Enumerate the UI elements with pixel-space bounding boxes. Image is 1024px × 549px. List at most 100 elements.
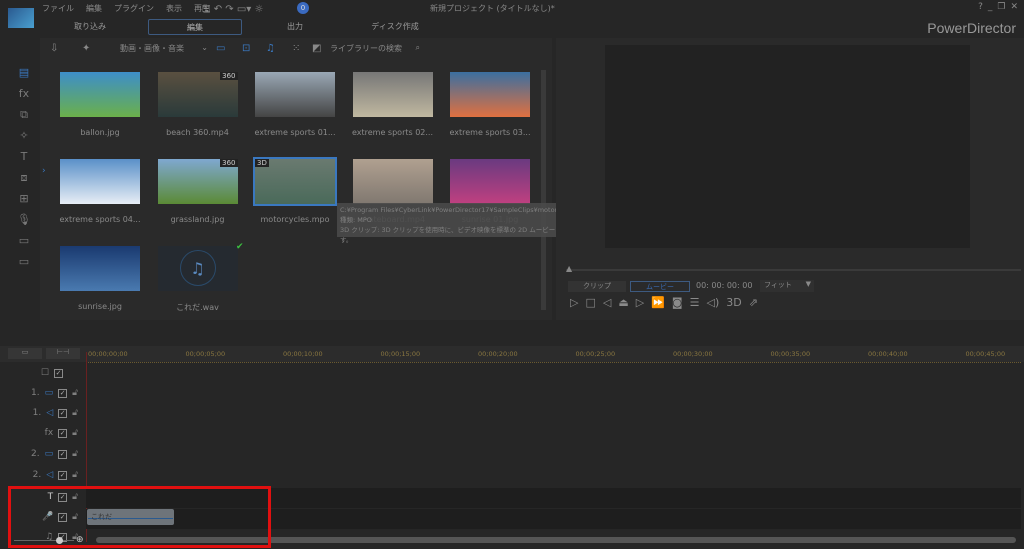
media-thumbnail[interactable]: 360 (157, 72, 238, 117)
voice-over-icon[interactable]: 🎙 (14, 213, 34, 226)
track-type-icon: ◁ (46, 408, 54, 418)
media-name: ballon.jpg (80, 128, 120, 137)
library-scrollbar[interactable] (541, 70, 546, 310)
track-enable-checkbox[interactable]: ✓ (58, 408, 68, 418)
window-control[interactable]: ? (978, 2, 983, 12)
preview-slider[interactable]: ▲ (566, 264, 1021, 273)
tab-edit[interactable]: 編集 (148, 19, 242, 35)
tab-disc[interactable]: ディスク作成 (340, 19, 450, 35)
menu-item[interactable]: プラグイン (114, 4, 154, 13)
resize-icon[interactable]: ◩ (312, 43, 321, 54)
search-placeholder: ライブラリーの検索 (330, 44, 402, 53)
media-thumbnail[interactable] (450, 159, 530, 204)
badge-3d: 3D (255, 159, 269, 167)
search-icon[interactable]: ⌕ (416, 43, 420, 53)
plugin-icon[interactable]: ✦ (82, 43, 90, 54)
ruler-tick-label: 00;00;45;00 (965, 350, 1006, 358)
library-search-input[interactable]: ライブラリーの検索 ⌕ (330, 43, 420, 54)
track-type-icon: ◁ (46, 470, 54, 480)
view-music-icon[interactable]: ♫ (266, 43, 275, 54)
track-header: 1. ◁ ✓ 🔓︎ (10, 404, 78, 422)
prev-frame-icon[interactable]: ◁ (603, 296, 611, 309)
window-control[interactable]: ✕ (1010, 2, 1018, 12)
next-frame-icon[interactable]: ▷ (636, 296, 644, 309)
fit-timeline-button[interactable]: ⊢⊣ (46, 348, 80, 359)
window-controls[interactable]: ? _ ❐ ✕ (973, 2, 1018, 12)
ruler-tick-label: 00;00;15;00 (380, 350, 421, 358)
ruler-dots (86, 362, 1021, 363)
volume-icon[interactable]: ◁) (706, 296, 719, 309)
timecode[interactable]: 00: 00: 00: 00 (696, 281, 752, 290)
import-media-icon[interactable]: ⇩ (50, 43, 58, 54)
media-thumbnail[interactable] (450, 72, 530, 117)
lock-icon[interactable]: 🔓︎ (72, 428, 78, 438)
track-number: 1. (32, 408, 42, 418)
menu-item[interactable]: ファイル (42, 4, 74, 13)
media-thumbnail[interactable] (60, 159, 140, 204)
snapshot-icon[interactable]: ◙ (672, 296, 683, 309)
media-name: sunrise.jpg (78, 302, 122, 311)
lock-icon[interactable]: 🔓︎ (72, 408, 78, 418)
track-enable-checkbox[interactable]: ✓ (58, 470, 68, 480)
title-room-icon[interactable]: T (14, 150, 34, 163)
lock-icon[interactable]: 🔓︎ (72, 449, 78, 459)
subtitle-icon[interactable]: ☰ (690, 296, 700, 309)
tab-import[interactable]: 取り込み (60, 19, 120, 35)
ruler-tick-label: 00;00;05;00 (185, 350, 226, 358)
slider-handle[interactable]: ▲ (566, 264, 572, 273)
grid-icon[interactable]: ⁙ (292, 43, 300, 54)
media-thumbnail[interactable] (60, 246, 140, 291)
track-enable-checkbox[interactable]: ✓ (58, 428, 68, 438)
track-enable-checkbox[interactable]: ✓ (58, 449, 68, 459)
fit-dropdown[interactable]: フィット ▼ (760, 280, 814, 292)
media-thumbnail[interactable] (352, 72, 433, 117)
stop-icon[interactable]: □ (585, 296, 595, 309)
particle-room-icon[interactable]: ✧ (14, 129, 34, 142)
ruler-tick-label: 00;00;20;00 (478, 350, 518, 358)
notification-badge[interactable]: 0 (297, 2, 309, 14)
transition-room-icon[interactable]: ⧈ (14, 171, 34, 185)
lock-icon[interactable]: 🔓︎ (72, 388, 78, 398)
window-control[interactable]: ❐ (997, 2, 1005, 12)
media-thumbnail[interactable]: ♫ ✔ (157, 242, 244, 291)
subtitle-room-icon[interactable]: ▭ (14, 255, 34, 268)
media-filter-dropdown[interactable]: 動画・画像・音楽 ⌄ (120, 43, 208, 54)
menu-item[interactable]: 表示 (166, 4, 182, 13)
media-name: beach 360.mp4 (166, 128, 229, 137)
media-name: extreme sports 02... (351, 128, 434, 137)
lock-icon[interactable]: 🔓︎ (72, 470, 78, 480)
media-thumbnail[interactable]: 360 (157, 159, 238, 204)
split-icon[interactable]: ⏏ (618, 296, 628, 309)
media-thumbnail[interactable] (255, 72, 335, 117)
media-thumbnail[interactable] (60, 72, 140, 117)
expand-arrow[interactable]: › (42, 166, 46, 176)
media-thumbnail[interactable] (352, 159, 433, 204)
fx-room-icon[interactable]: fx (14, 87, 34, 100)
badge-360: 360 (220, 159, 238, 167)
pip-room-icon[interactable]: ⧉ (14, 108, 34, 122)
view-video-icon[interactable]: ▭ (216, 43, 225, 54)
track-type-icon: fx (44, 428, 54, 438)
menu-item[interactable]: 編集 (86, 4, 102, 13)
fast-forward-icon[interactable]: ⏩ (651, 296, 665, 309)
media-room-icon[interactable]: ▤ (14, 66, 34, 79)
track-enable-checkbox[interactable]: ✓ (54, 368, 63, 378)
window-control[interactable]: _ (988, 2, 993, 12)
tab-output[interactable]: 出力 (260, 19, 330, 35)
track-enable-checkbox[interactable]: ✓ (58, 388, 68, 398)
undock-icon[interactable]: ⇗ (749, 296, 758, 309)
media-name: motorcycles.mpo (260, 215, 330, 224)
track-manager-button[interactable]: ▭ (8, 348, 42, 359)
view-image-icon[interactable]: ⊡ (242, 43, 250, 54)
chapter-icon[interactable]: ▭ (14, 234, 34, 247)
clip-mode-button[interactable]: クリップ (568, 281, 626, 292)
ruler-tick-label: 00;00;35;00 (770, 350, 811, 358)
movie-mode-button[interactable]: ムービー (630, 281, 690, 292)
ruler-tick-label: 00;00;25;00 (575, 350, 616, 358)
media-thumbnail[interactable]: 3D (253, 157, 337, 206)
audio-mixing-icon[interactable]: ⊞ (14, 192, 34, 205)
mode-3d-button[interactable]: 3D (726, 296, 741, 309)
media-name: extreme sports 03... (449, 128, 531, 137)
play-icon[interactable]: ▷ (570, 296, 578, 309)
track-header: 2. ◁ ✓ 🔓︎ (10, 466, 78, 484)
